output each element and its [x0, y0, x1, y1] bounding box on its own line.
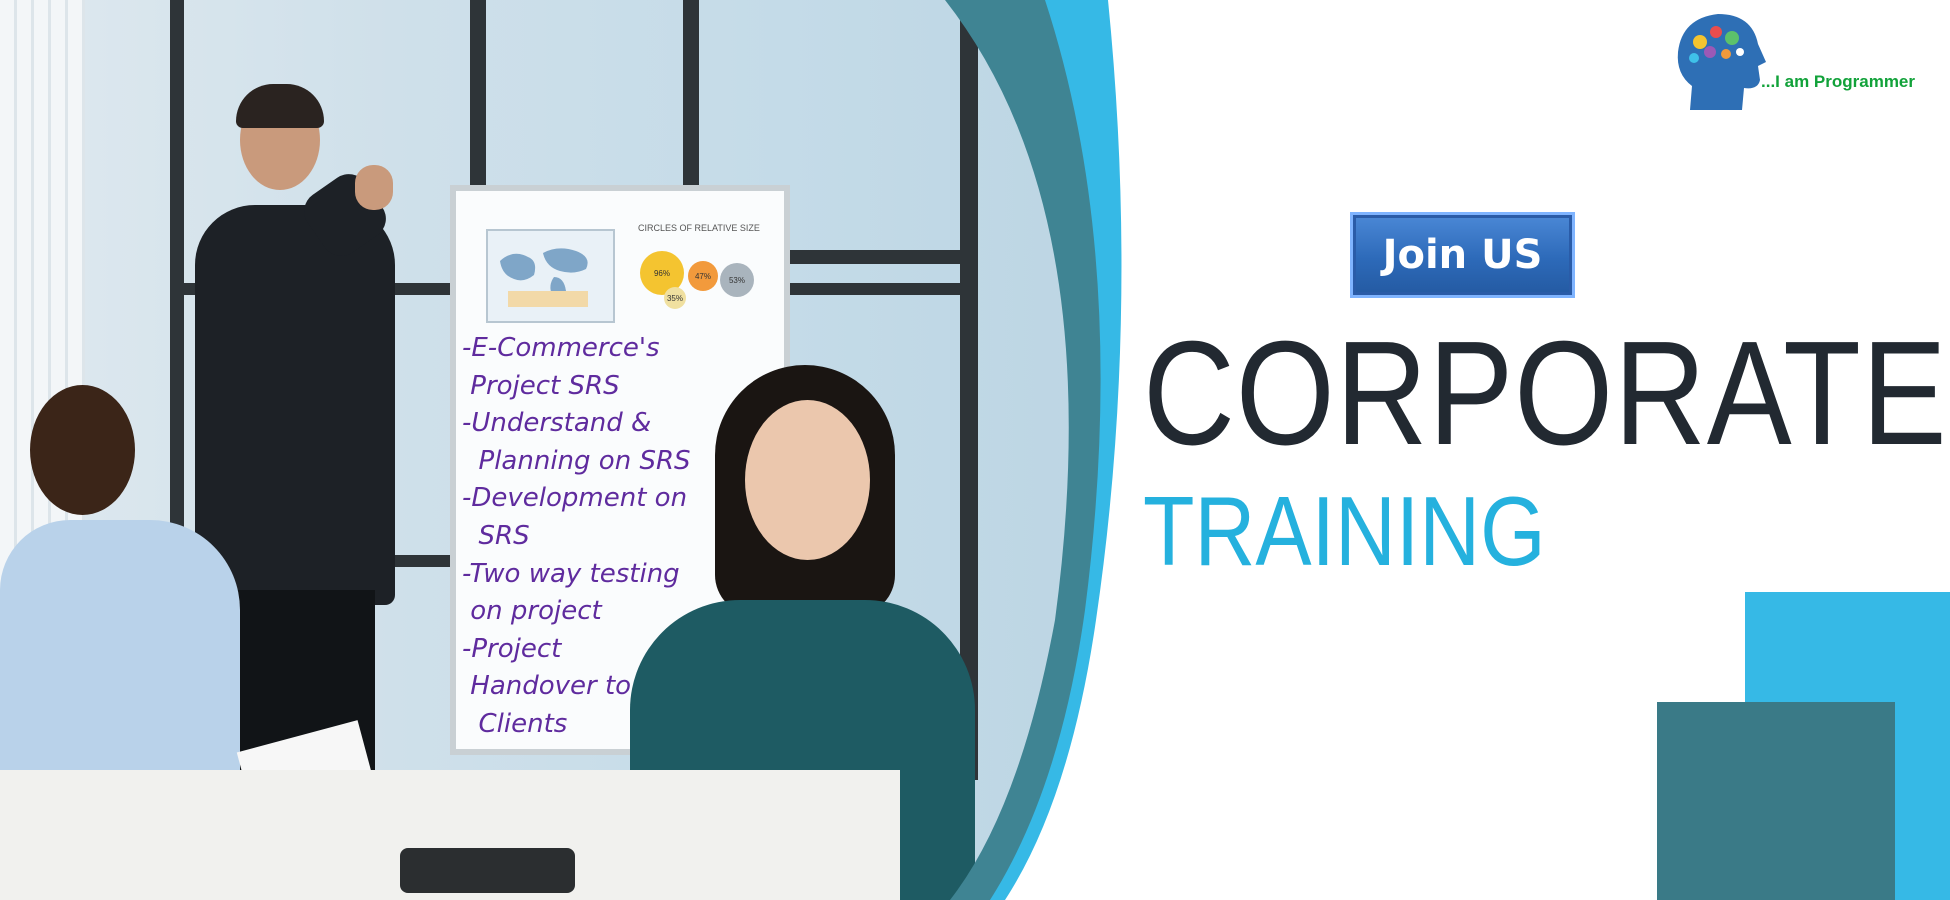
corporate-training-banner: CIRCLES OF RELATIVE SIZE 96% 47% 53% 35%: [0, 0, 1950, 900]
brand-logo: [1670, 8, 1950, 118]
headline-corporate: CORPORATE: [1143, 311, 1948, 476]
brain-head-icon: [1677, 14, 1766, 110]
decor-square-dark: [1657, 702, 1895, 900]
headline-training: TRAINING: [1143, 476, 1546, 586]
join-us-button[interactable]: Join US: [1350, 212, 1575, 298]
brand-logo-text: ...I am Programmer: [1761, 72, 1916, 91]
